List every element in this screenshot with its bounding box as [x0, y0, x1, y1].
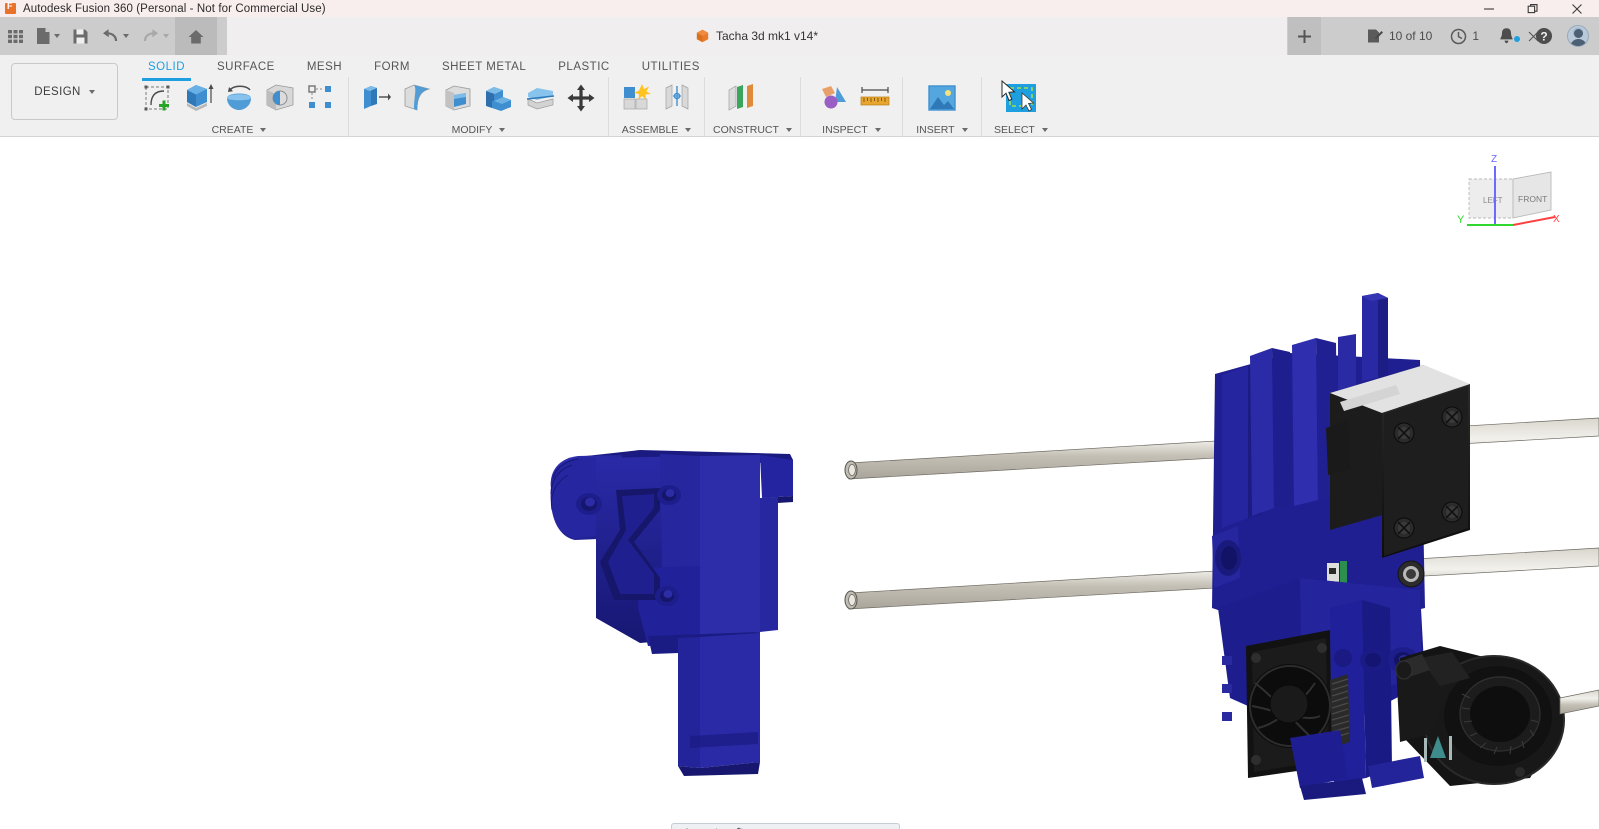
- extruder-assembly-model[interactable]: [0, 138, 1599, 829]
- file-edit-icon: [1366, 28, 1384, 45]
- question-mark-icon: ?: [1535, 27, 1553, 45]
- panel-create-label: CREATE: [138, 122, 340, 137]
- document-tab[interactable]: Tacha 3d mk1 v14*: [227, 17, 1287, 55]
- new-component-button[interactable]: [617, 78, 655, 118]
- move-copy-button[interactable]: [562, 78, 600, 118]
- chevron-down-icon: [89, 90, 95, 94]
- tab-plastic[interactable]: PLASTIC: [542, 57, 625, 77]
- 3d-canvas[interactable]: LEFT FRONT Z Y X: [0, 138, 1599, 829]
- panel-insert: INSERT: [903, 77, 982, 137]
- hole-button[interactable]: [261, 78, 299, 118]
- notifications-button[interactable]: [1488, 27, 1527, 45]
- shell-button[interactable]: [439, 78, 477, 118]
- panel-construct-caret-icon[interactable]: [786, 128, 792, 132]
- window-title: Autodesk Fusion 360 (Personal - Not for …: [23, 3, 326, 15]
- home-button[interactable]: [175, 17, 217, 55]
- save-button[interactable]: [66, 17, 95, 55]
- carriage-assembly[interactable]: [1212, 293, 1599, 800]
- insert-image-button[interactable]: [923, 78, 961, 118]
- document-tab-label: Tacha 3d mk1 v14*: [716, 29, 818, 43]
- panel-construct: CONSTRUCT: [705, 77, 801, 137]
- extrude-button[interactable]: [179, 78, 217, 118]
- press-pull-button[interactable]: [357, 78, 395, 118]
- quick-access-buttons: [0, 17, 217, 55]
- mouse-cursor: [1001, 80, 1017, 107]
- tab-sheet-metal[interactable]: SHEET METAL: [426, 57, 542, 77]
- restore-button[interactable]: [1511, 0, 1555, 17]
- bell-icon: [1498, 27, 1515, 45]
- tab-utilities[interactable]: UTILITIES: [626, 57, 716, 77]
- minimize-button[interactable]: [1467, 0, 1511, 17]
- offset-plane-button[interactable]: [722, 78, 760, 118]
- revolve-button[interactable]: [220, 78, 258, 118]
- quick-access-toolbar: Tacha 3d mk1 v14* 10 of 10: [0, 17, 1599, 55]
- combine-button[interactable]: [480, 78, 518, 118]
- panel-insert-label: INSERT: [911, 122, 973, 137]
- window-controls: [1467, 0, 1599, 17]
- fillet-button[interactable]: [398, 78, 436, 118]
- panel-construct-label: CONSTRUCT: [713, 122, 792, 137]
- create-sketch-button[interactable]: [138, 78, 176, 118]
- quick-access-status-group: 10 of 10 1 ?: [1357, 17, 1599, 55]
- panel-assemble: ASSEMBLE: [609, 77, 705, 137]
- blue-bracket-part[interactable]: [551, 450, 793, 776]
- svg-text:?: ?: [1540, 29, 1547, 43]
- panel-select-caret-icon[interactable]: [1042, 128, 1048, 132]
- split-face-button[interactable]: [521, 78, 559, 118]
- fusion-360-logo-icon: [5, 3, 16, 14]
- panel-assemble-caret-icon[interactable]: [685, 128, 691, 132]
- pattern-button[interactable]: [302, 78, 340, 118]
- fusion360-window: Autodesk Fusion 360 (Personal - Not for …: [0, 0, 1599, 829]
- measure-button[interactable]: [856, 78, 894, 118]
- panel-inspect-label: INSPECT: [809, 122, 894, 137]
- navigation-bar: [671, 823, 900, 829]
- ribbon-panels: CREATE: [130, 77, 1060, 137]
- new-tab-button[interactable]: [1288, 17, 1321, 55]
- panel-assemble-label: ASSEMBLE: [617, 122, 696, 137]
- history-status-label: 1: [1472, 29, 1479, 43]
- jobs-status-button[interactable]: 10 of 10: [1357, 28, 1441, 45]
- history-status-button[interactable]: 1: [1441, 28, 1488, 45]
- panel-modify-caret-icon[interactable]: [499, 128, 505, 132]
- new-file-button[interactable]: [30, 17, 66, 55]
- workspace-label: DESIGN: [34, 86, 81, 98]
- ribbon-tab-strip: SOLID SURFACE MESH FORM SHEET METAL PLAS…: [132, 57, 716, 77]
- panel-insert-caret-icon[interactable]: [962, 128, 968, 132]
- redo-button[interactable]: [135, 17, 175, 55]
- help-button[interactable]: ?: [1527, 27, 1561, 45]
- tab-form[interactable]: FORM: [358, 57, 426, 77]
- close-button[interactable]: [1555, 0, 1599, 17]
- new-file-caret-icon[interactable]: [54, 34, 60, 38]
- rod-bearing-clamp: [1212, 526, 1241, 588]
- clock-icon: [1450, 28, 1467, 45]
- tab-surface[interactable]: SURFACE: [201, 57, 291, 77]
- jobs-status-label: 10 of 10: [1389, 29, 1432, 43]
- tab-solid[interactable]: SOLID: [132, 57, 201, 77]
- redo-caret-icon[interactable]: [163, 34, 169, 38]
- panel-inspect: INSPECT: [801, 77, 903, 137]
- panel-modify: MODIFY: [349, 77, 609, 137]
- app-grid-button[interactable]: [0, 17, 30, 55]
- account-avatar[interactable]: [1567, 25, 1589, 47]
- joint-button[interactable]: [658, 78, 696, 118]
- panel-select: SELECT: [982, 77, 1060, 137]
- panel-select-label: SELECT: [990, 122, 1052, 137]
- notification-badge: [1514, 36, 1520, 42]
- panel-create: CREATE: [130, 77, 349, 137]
- blue-post-part: [1362, 293, 1388, 381]
- interference-button[interactable]: [815, 78, 853, 118]
- undo-caret-icon[interactable]: [123, 34, 129, 38]
- orange-cube-icon: [696, 29, 709, 43]
- title-bar: Autodesk Fusion 360 (Personal - Not for …: [0, 0, 1599, 17]
- ribbon-toolbar: DESIGN SOLID SURFACE MESH FORM SHEET MET…: [0, 55, 1599, 137]
- panel-inspect-caret-icon[interactable]: [875, 128, 881, 132]
- tab-mesh[interactable]: MESH: [291, 57, 358, 77]
- panel-modify-label: MODIFY: [357, 122, 600, 137]
- panel-create-caret-icon[interactable]: [260, 128, 266, 132]
- undo-button[interactable]: [95, 17, 135, 55]
- workspace-selector[interactable]: DESIGN: [11, 63, 118, 120]
